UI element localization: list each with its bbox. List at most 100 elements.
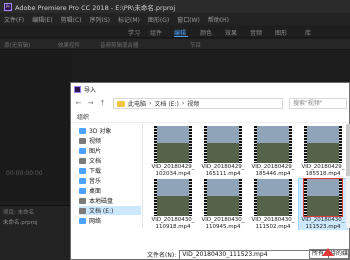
file-name-line2: 185446.mp4 bbox=[255, 171, 291, 177]
nav-item[interactable]: 3D 对象 bbox=[79, 126, 141, 135]
video-thumbnail bbox=[154, 126, 192, 163]
nav-item[interactable]: 文档 bbox=[79, 156, 141, 165]
workspace-active-indicator bbox=[174, 36, 188, 37]
menu-marker[interactable]: 标记(M) bbox=[118, 15, 140, 24]
file-tile[interactable]: VID_20180430_ 111502.mp4 bbox=[249, 179, 297, 230]
annotation-arrow bbox=[322, 248, 334, 256]
location-icon bbox=[79, 207, 86, 214]
import-dialog: 导入 ← → ↑ 此电脑 › 文档 (E:) › 视频 搜索"视频" 组织 3D… bbox=[70, 82, 350, 260]
nav-item-label: 本地磁盘 bbox=[89, 198, 114, 205]
workspace-bar: 学习 组件 编辑 颜色 效果 音频 图形 库 bbox=[0, 25, 350, 38]
file-name-line2: 185518.mp4 bbox=[305, 171, 341, 177]
up-arrow-icon[interactable]: ↑ bbox=[98, 99, 107, 108]
nav-item-label: 3D 对象 bbox=[89, 128, 112, 135]
nav-item[interactable]: 视频 bbox=[79, 136, 141, 145]
scrollbar-thumb[interactable] bbox=[346, 124, 350, 176]
tab-source[interactable]: 源(无剪辑) bbox=[4, 41, 30, 49]
workspace-color[interactable]: 颜色 bbox=[200, 28, 212, 37]
nav-item[interactable]: 音乐 bbox=[79, 176, 141, 185]
organize-button[interactable]: 组织 bbox=[77, 112, 89, 121]
back-arrow-icon[interactable]: ← bbox=[74, 99, 83, 108]
forward-arrow-icon[interactable]: → bbox=[86, 99, 95, 108]
nav-item[interactable]: 文档 (E:) bbox=[79, 206, 141, 215]
tab-effect-controls[interactable]: 效果控件 bbox=[58, 41, 80, 49]
project-tab[interactable]: 项目: 未命名 bbox=[3, 208, 34, 216]
file-grid-scrollbar[interactable] bbox=[346, 124, 350, 228]
premiere-dialog-icon bbox=[74, 85, 81, 93]
file-name-line1: VID_20180429_ bbox=[301, 164, 345, 170]
file-tile[interactable]: VID_20180430_ 110945.mp4 bbox=[199, 179, 247, 230]
file-tile[interactable]: VID_20180429_ 185446.mp4 bbox=[249, 126, 297, 178]
project-panel: 项目: 未命名 未命名.prproj bbox=[0, 205, 72, 260]
workspace-audio[interactable]: 音频 bbox=[250, 28, 262, 37]
location-icon bbox=[79, 147, 86, 154]
menu-sequence[interactable]: 序列(S) bbox=[90, 15, 111, 24]
file-name-line1: VID_20180430_ bbox=[151, 217, 195, 223]
file-tile[interactable]: VID_20180429_ 185518.mp4 bbox=[299, 126, 347, 178]
tab-program[interactable]: 节目 bbox=[190, 41, 201, 49]
nav-item[interactable]: 网络 bbox=[79, 216, 141, 225]
filename-label: 文件名(N): bbox=[147, 252, 177, 259]
monitor-timecode: 00:00:00:00 bbox=[6, 170, 43, 177]
workspace-graphics[interactable]: 图形 bbox=[275, 28, 287, 37]
breadcrumb-drive-e[interactable]: 文档 (E:) bbox=[154, 99, 178, 108]
premiere-logo-icon: Pr bbox=[4, 2, 12, 11]
tab-audio-clip-mixer[interactable]: 音频剪辑混合器 bbox=[100, 41, 139, 49]
file-name-line2: 102034.mp4 bbox=[155, 171, 191, 177]
file-name-line1: VID_20180429_ bbox=[251, 164, 295, 170]
breadcrumb-this-pc[interactable]: 此电脑 bbox=[128, 99, 146, 108]
workspace-libraries[interactable]: 库 bbox=[305, 28, 311, 37]
project-file-name: 未命名.prproj bbox=[3, 220, 38, 226]
workspace-assembly[interactable]: 组件 bbox=[150, 28, 162, 37]
location-icon bbox=[79, 217, 86, 224]
file-tile[interactable]: VID_20180430_ 111523.mp4 bbox=[298, 178, 348, 230]
nav-item-label: 网络 bbox=[89, 218, 102, 225]
nav-item-label: 桌面 bbox=[89, 188, 102, 195]
file-grid: VID_20180429_ 102034.mp4 VID_20180429_ 1651… bbox=[145, 124, 350, 230]
workspace-learn[interactable]: 学习 bbox=[128, 28, 140, 37]
filename-input[interactable]: VID_20180430_111523.mp4 bbox=[179, 249, 330, 260]
video-thumbnail bbox=[204, 179, 242, 216]
nav-item[interactable]: 本地磁盘 bbox=[79, 196, 141, 205]
file-tile[interactable]: VID_20180429_ 165111.mp4 bbox=[199, 126, 247, 178]
location-icon bbox=[79, 197, 86, 204]
menu-window[interactable]: 窗口(W) bbox=[177, 15, 200, 24]
file-name-line2: 165111.mp4 bbox=[205, 171, 241, 177]
search-input[interactable]: 搜索"视频" bbox=[289, 98, 347, 109]
menu-edit[interactable]: 编辑(E) bbox=[32, 15, 52, 24]
location-icon bbox=[79, 167, 86, 174]
location-icon bbox=[79, 177, 86, 184]
file-name-line1: VID_20180429_ bbox=[201, 164, 245, 170]
file-name-line2: 111523.mp4 bbox=[305, 224, 341, 230]
video-thumbnail bbox=[304, 126, 342, 163]
workspace-effects[interactable]: 效果 bbox=[225, 28, 237, 37]
command-bar: 组织 bbox=[71, 111, 349, 123]
video-thumbnail bbox=[254, 179, 292, 216]
menu-file[interactable]: 文件(F) bbox=[4, 15, 24, 24]
menu-graphics[interactable]: 图形(G) bbox=[148, 15, 169, 24]
title-bar: Pr Adobe Premiere Pro CC 2018 - E:\PR\未命… bbox=[0, 0, 350, 13]
file-name-line1: VID_20180430_ bbox=[251, 217, 295, 223]
panel-tab-bar: 源(无剪辑) 效果控件 音频剪辑混合器 节目 bbox=[0, 39, 350, 50]
window-title: Adobe Premiere Pro CC 2018 - E:\PR\未命名.p… bbox=[15, 3, 176, 12]
file-tile[interactable]: VID_20180430_ 110918.mp4 bbox=[149, 179, 197, 230]
chevron-right-icon: › bbox=[149, 100, 152, 107]
nav-item[interactable]: 桌面 bbox=[79, 186, 141, 195]
file-name-line1: VID_20180430_ bbox=[301, 217, 345, 223]
nav-item[interactable]: 下载 bbox=[79, 166, 141, 175]
address-bar[interactable]: 此电脑 › 文档 (E:) › 视频 bbox=[113, 98, 283, 109]
video-thumbnail bbox=[154, 179, 192, 216]
nav-item[interactable]: 图片 bbox=[79, 146, 141, 155]
file-tile[interactable]: VID_20180429_ 102034.mp4 bbox=[149, 126, 197, 178]
menu-clip[interactable]: 剪辑(C) bbox=[61, 15, 82, 24]
file-name-line2: 110918.mp4 bbox=[155, 224, 191, 230]
menu-help[interactable]: 帮助(H) bbox=[208, 15, 229, 24]
nav-item-label: 文档 bbox=[89, 158, 102, 165]
video-thumbnail bbox=[254, 126, 292, 163]
file-name-line2: 110945.mp4 bbox=[205, 224, 241, 230]
nav-item-label: 图片 bbox=[89, 148, 102, 155]
location-icon bbox=[79, 157, 86, 164]
nav-item-label: 下载 bbox=[89, 168, 102, 175]
file-name-line1: VID_20180429_ bbox=[151, 164, 195, 170]
breadcrumb-videos[interactable]: 视频 bbox=[187, 99, 199, 108]
